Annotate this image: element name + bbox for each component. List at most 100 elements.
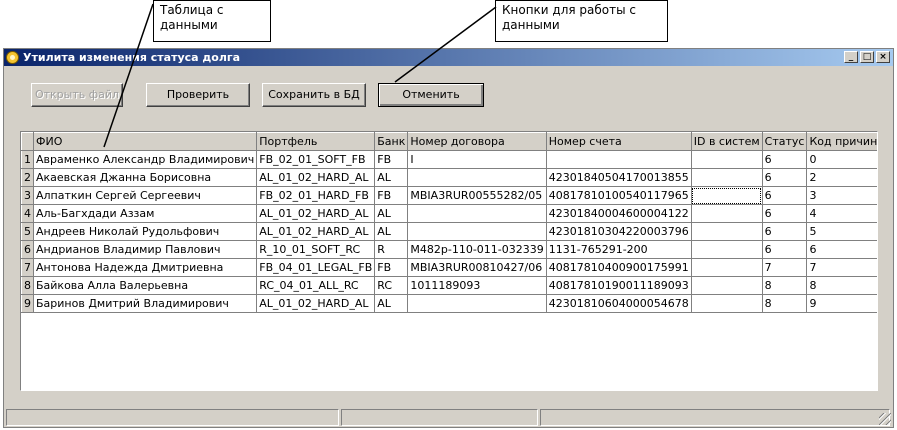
cell-status[interactable]: 8	[761, 294, 808, 313]
cell-status[interactable]: 6	[761, 186, 808, 205]
resize-grip-icon[interactable]	[879, 413, 891, 425]
cell-bank[interactable]: AL	[374, 222, 409, 241]
cell-contract[interactable]: I	[407, 150, 547, 169]
cell-portfolio[interactable]: FB_04_01_LEGAL_FB	[256, 258, 376, 277]
cell-status[interactable]: 6	[761, 168, 808, 187]
cell-id[interactable]	[690, 150, 763, 169]
close-icon[interactable]: ×	[876, 51, 890, 63]
table-row[interactable]: 8 Байкова Алла Валерьевна RC_04_01_ALL_R…	[21, 276, 877, 295]
table-row[interactable]: 7 Антонова Надежда Дмитриевна FB_04_01_L…	[21, 258, 877, 277]
table-row[interactable]: 2 Акаевская Джанна Борисовна AL_01_02_HA…	[21, 168, 877, 187]
cell-bank[interactable]: RC	[374, 276, 409, 295]
cell-id[interactable]	[690, 186, 763, 205]
cell-id[interactable]	[690, 294, 763, 313]
cell-status[interactable]: 6	[761, 204, 808, 223]
column-header[interactable]: Номер договора	[407, 132, 547, 151]
cell-contract[interactable]	[407, 168, 547, 187]
table-row[interactable]: 5 Андреев Николай Рудольфович AL_01_02_H…	[21, 222, 877, 241]
cell-contract[interactable]	[407, 294, 547, 313]
cell-id[interactable]	[690, 204, 763, 223]
open-file-button[interactable]: Открыть файл	[31, 83, 123, 107]
table-row[interactable]: 3 Алпаткин Сергей Сергеевич FB_02_01_HAR…	[21, 186, 877, 205]
cell-contract[interactable]	[407, 204, 547, 223]
cell-contract[interactable]: M482p-110-011-032339	[407, 240, 547, 259]
cell-status[interactable]: 8	[761, 276, 808, 295]
cell-id[interactable]	[690, 258, 763, 277]
cell-portfolio[interactable]: AL_01_02_HARD_AL	[256, 294, 376, 313]
column-header[interactable]: ФИО	[32, 132, 258, 151]
column-header[interactable]: Код причины	[806, 132, 877, 151]
cell-account[interactable]: 40817810400900175991	[545, 258, 692, 277]
cell-bank[interactable]: AL	[374, 294, 409, 313]
column-header[interactable]: Банк	[374, 132, 409, 151]
cell-reason[interactable]: 9	[806, 294, 877, 313]
title-bar[interactable]: Утилита изменения статуса долга _ □ ×	[4, 49, 893, 66]
row-number: 9	[21, 294, 34, 313]
cell-fio[interactable]: Байкова Алла Валерьевна	[32, 276, 258, 295]
column-header[interactable]: ID в систем	[690, 132, 763, 151]
cell-reason[interactable]: 0	[806, 150, 877, 169]
cell-portfolio[interactable]: FB_02_01_SOFT_FB	[256, 150, 376, 169]
table-row[interactable]: 6 Андрианов Владимир Павлович R_10_01_SO…	[21, 240, 877, 259]
cell-status[interactable]: 6	[761, 222, 808, 241]
cell-reason[interactable]: 5	[806, 222, 877, 241]
cell-id[interactable]	[690, 222, 763, 241]
cell-id[interactable]	[690, 276, 763, 295]
cell-fio[interactable]: Антонова Надежда Дмитриевна	[32, 258, 258, 277]
cell-account[interactable]: 1131-765291-200	[545, 240, 692, 259]
cell-account[interactable]: 40817810190011189093	[545, 276, 692, 295]
cell-status[interactable]: 6	[761, 150, 808, 169]
cell-fio[interactable]: Андрианов Владимир Павлович	[32, 240, 258, 259]
cell-bank[interactable]: FB	[374, 186, 409, 205]
cell-portfolio[interactable]: RC_04_01_ALL_RC	[256, 276, 376, 295]
cell-bank[interactable]: AL	[374, 168, 409, 187]
cell-fio[interactable]: Акаевская Джанна Борисовна	[32, 168, 258, 187]
cell-fio[interactable]: Авраменко Александр Владимирович	[32, 150, 258, 169]
check-button[interactable]: Проверить	[146, 83, 250, 107]
cell-account[interactable]: 42301810604000054678	[545, 294, 692, 313]
cell-reason[interactable]: 7	[806, 258, 877, 277]
cell-status[interactable]: 7	[761, 258, 808, 277]
cell-contract[interactable]: 1011189093	[407, 276, 547, 295]
cell-fio[interactable]: Баринов Дмитрий Владимирович	[32, 294, 258, 313]
column-header[interactable]: Статус	[761, 132, 808, 151]
cell-portfolio[interactable]: AL_01_02_HARD_AL	[256, 204, 376, 223]
cell-portfolio[interactable]: AL_01_02_HARD_AL	[256, 222, 376, 241]
cell-portfolio[interactable]: R_10_01_SOFT_RC	[256, 240, 376, 259]
cancel-button[interactable]: Отменить	[378, 83, 484, 107]
cell-reason[interactable]: 6	[806, 240, 877, 259]
cell-id[interactable]	[690, 168, 763, 187]
cell-contract[interactable]	[407, 222, 547, 241]
table-row[interactable]: 9 Баринов Дмитрий Владимирович AL_01_02_…	[21, 294, 877, 313]
cell-account[interactable]: 42301840004600004122	[545, 204, 692, 223]
cell-bank[interactable]: FB	[374, 258, 409, 277]
cell-account[interactable]: 42301840504170013855	[545, 168, 692, 187]
cell-reason[interactable]: 8	[806, 276, 877, 295]
cell-id[interactable]	[690, 240, 763, 259]
cell-fio[interactable]: Алпаткин Сергей Сергеевич	[32, 186, 258, 205]
table-row[interactable]: 4 Аль-Багхдади Аззам AL_01_02_HARD_AL AL…	[21, 204, 877, 223]
cell-reason[interactable]: 3	[806, 186, 877, 205]
cell-contract[interactable]: MBIA3RUR00810427/06	[407, 258, 547, 277]
cell-bank[interactable]: R	[374, 240, 409, 259]
cell-account[interactable]: 40817810100540117965	[545, 186, 692, 205]
data-grid[interactable]: ФИО Портфель Банк Номер договора Номер с…	[20, 131, 878, 391]
cell-reason[interactable]: 2	[806, 168, 877, 187]
minimize-icon[interactable]: _	[844, 51, 858, 63]
save-to-db-button[interactable]: Сохранить в БД	[262, 83, 366, 107]
cell-fio[interactable]: Аль-Багхдади Аззам	[32, 204, 258, 223]
cell-bank[interactable]: AL	[374, 204, 409, 223]
column-header[interactable]: Портфель	[256, 132, 376, 151]
cell-bank[interactable]: FB	[374, 150, 409, 169]
cell-contract[interactable]: MBIA3RUR00555282/05	[407, 186, 547, 205]
maximize-icon[interactable]: □	[860, 51, 874, 63]
cell-portfolio[interactable]: AL_01_02_HARD_AL	[256, 168, 376, 187]
cell-status[interactable]: 6	[761, 240, 808, 259]
cell-fio[interactable]: Андреев Николай Рудольфович	[32, 222, 258, 241]
column-header[interactable]: Номер счета	[545, 132, 692, 151]
cell-account[interactable]	[545, 150, 692, 169]
cell-reason[interactable]: 4	[806, 204, 877, 223]
table-row[interactable]: 1 Авраменко Александр Владимирович FB_02…	[21, 150, 877, 169]
cell-portfolio[interactable]: FB_02_01_HARD_FB	[256, 186, 376, 205]
cell-account[interactable]: 42301810304220003796	[545, 222, 692, 241]
